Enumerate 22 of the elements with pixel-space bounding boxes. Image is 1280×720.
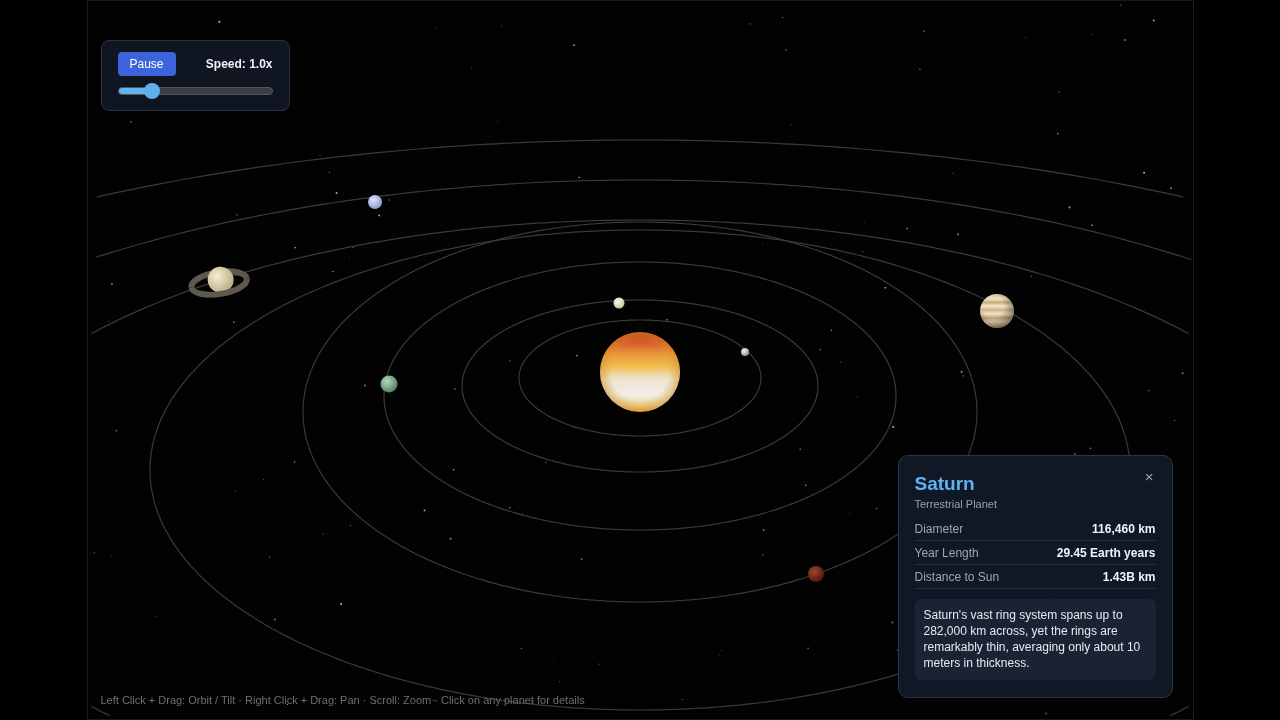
planet-title: Saturn — [914, 473, 975, 495]
pause-button[interactable]: Pause — [117, 52, 176, 76]
stat-label: Diameter — [914, 521, 964, 536]
planet[interactable] — [613, 297, 624, 309]
speed-slider[interactable] — [117, 83, 273, 99]
speed-label: Speed: 1.0x — [205, 57, 273, 71]
sun[interactable] — [599, 332, 680, 412]
stat-value: 116,460 km — [1092, 521, 1156, 536]
slider-thumb[interactable] — [143, 83, 160, 99]
planet[interactable] — [367, 195, 382, 209]
planet[interactable] — [380, 375, 397, 393]
stat-value: 29.45 Earth years — [1056, 545, 1156, 560]
planet[interactable] — [740, 348, 749, 356]
fact-text: Saturn's vast ring system spans up to 282,000 km across, yet the rings are remarkably thin, averaging only about 10 meters in thickness. — [914, 599, 1156, 680]
stat-label: Distance to Sun — [914, 569, 1000, 584]
controls-hint: Left Click + Drag: Orbit / Tilt · Right Click + Drag: Pan · Scroll: Zoom · Click on any planet for details — [100, 693, 585, 707]
stat-label: Year Length — [914, 545, 979, 560]
close-button[interactable]: × — [1142, 469, 1156, 485]
striped-planet[interactable] — [979, 294, 1014, 328]
stat-value: 1.43B km — [1102, 569, 1156, 584]
planet-type: Terrestrial Planet — [914, 497, 999, 511]
ringed-planet[interactable] — [188, 266, 250, 298]
